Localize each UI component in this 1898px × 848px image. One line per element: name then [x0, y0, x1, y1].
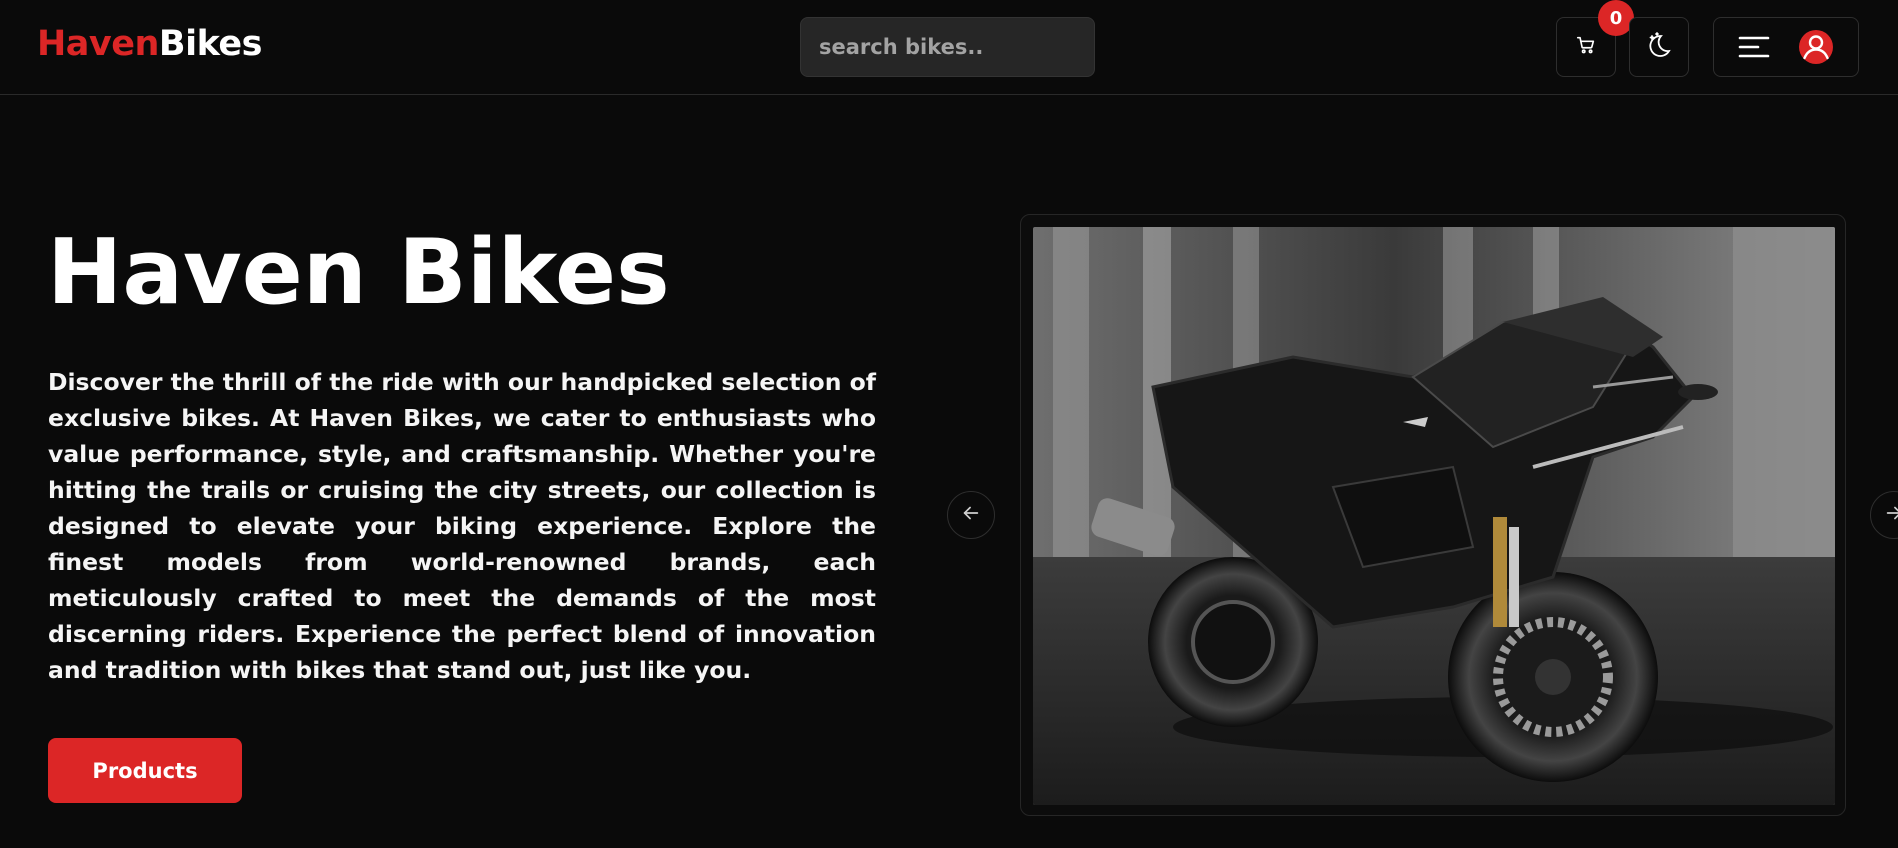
moon-icon: [1644, 30, 1674, 64]
arrow-right-icon: [1883, 502, 1898, 528]
menu-profile-group: [1713, 17, 1859, 77]
logo[interactable]: HavenBikes: [37, 24, 262, 64]
carousel: [1020, 214, 1846, 816]
site-header: HavenBikes 0: [0, 0, 1898, 95]
arrow-left-icon: [960, 502, 982, 528]
carousel-prev-button[interactable]: [947, 491, 995, 539]
hero-description: Discover the thrill of the ride with our…: [48, 368, 876, 684]
hamburger-menu-icon[interactable]: [1738, 34, 1770, 64]
products-button[interactable]: Products: [48, 738, 242, 803]
search-box[interactable]: [800, 17, 1095, 77]
theme-toggle-button[interactable]: [1629, 17, 1689, 77]
hero-title: Haven Bikes: [47, 220, 670, 325]
motorcycle-slide-image: [1033, 227, 1835, 805]
user-avatar-icon[interactable]: [1798, 29, 1834, 69]
cart-icon: [1575, 34, 1597, 60]
logo-text-bikes: Bikes: [158, 24, 263, 64]
logo-text-haven: Haven: [37, 24, 159, 64]
carousel-next-button[interactable]: [1870, 491, 1898, 539]
search-input[interactable]: [801, 34, 1094, 60]
